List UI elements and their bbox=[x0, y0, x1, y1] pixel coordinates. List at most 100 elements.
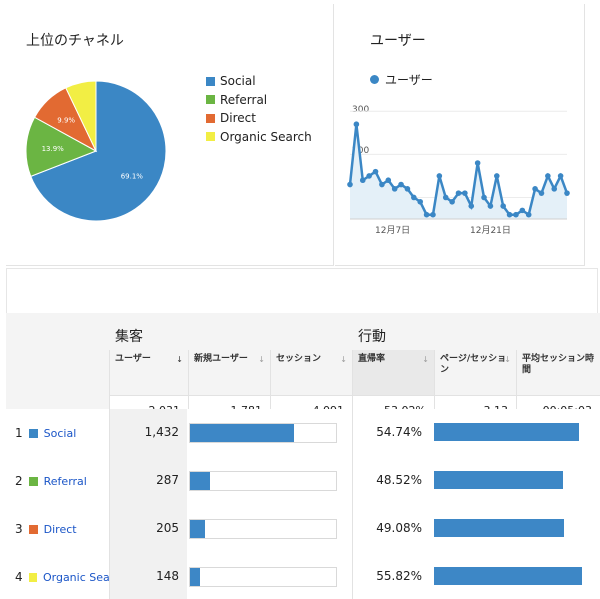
users-bar-track bbox=[189, 423, 337, 443]
data-point[interactable] bbox=[372, 168, 379, 175]
col-header-avg-session-duration[interactable]: 平均セッション時間 ↓ bbox=[516, 350, 600, 395]
data-point[interactable] bbox=[557, 173, 564, 179]
data-point[interactable] bbox=[411, 194, 417, 201]
data-point[interactable] bbox=[442, 194, 449, 201]
bounce-bar-track bbox=[434, 567, 582, 587]
col-header-bounce-rate[interactable]: 直帰率 ↓ bbox=[352, 350, 434, 395]
data-point[interactable] bbox=[538, 190, 545, 196]
users-bar-fill bbox=[190, 472, 211, 490]
data-point[interactable] bbox=[493, 173, 500, 179]
channel-link-direct[interactable]: Direct bbox=[44, 523, 77, 536]
channel-link-organic-search[interactable]: Organic Sear bbox=[43, 571, 109, 584]
data-point[interactable] bbox=[423, 211, 430, 218]
users-bar-track bbox=[189, 471, 337, 491]
legend-label-organic-search: Organic Search bbox=[220, 129, 312, 144]
table-row: 2 Referral 287 48.52% bbox=[6, 457, 600, 505]
pie-label: 13.9% bbox=[42, 145, 65, 153]
col-header-new-users-label: 新規ユーザー bbox=[194, 354, 248, 364]
data-point[interactable] bbox=[417, 198, 424, 205]
data-point[interactable] bbox=[519, 207, 526, 214]
data-point[interactable] bbox=[366, 173, 372, 179]
legend-dot-icon bbox=[370, 75, 379, 84]
pie-legend: Social Referral Direct Organic Search bbox=[206, 72, 312, 146]
row-swatch bbox=[28, 476, 38, 486]
col-header-sessions[interactable]: セッション ↓ bbox=[270, 350, 352, 395]
col-header-bounce-rate-label: 直帰率 bbox=[358, 354, 386, 364]
data-point[interactable] bbox=[532, 186, 538, 192]
data-point[interactable] bbox=[430, 211, 436, 218]
row-swatch bbox=[28, 428, 38, 438]
row-label-cell: 3 Direct bbox=[6, 505, 109, 553]
row-bounce-bar-cell bbox=[432, 457, 600, 505]
data-point[interactable] bbox=[449, 198, 455, 205]
row-bounce-bar-cell bbox=[432, 409, 600, 457]
row-rank: 2 bbox=[15, 474, 23, 488]
data-point[interactable] bbox=[513, 211, 519, 218]
sort-icon: ↓ bbox=[588, 355, 595, 364]
row-users-bar-cell bbox=[187, 553, 352, 599]
data-point[interactable] bbox=[353, 121, 360, 128]
data-point[interactable] bbox=[436, 173, 443, 179]
sort-icon: ↓ bbox=[422, 355, 429, 364]
data-point[interactable] bbox=[525, 211, 532, 218]
data-point[interactable] bbox=[481, 194, 487, 201]
sort-icon: ↓ bbox=[258, 355, 265, 364]
table-row: 3 Direct 205 49.08% bbox=[6, 505, 600, 553]
row-users: 1,432 bbox=[109, 409, 187, 457]
sort-icon: ↓ bbox=[340, 355, 347, 364]
legend-item-direct[interactable]: Direct bbox=[206, 109, 312, 128]
bounce-bar-fill bbox=[434, 423, 580, 441]
data-point[interactable] bbox=[379, 181, 385, 188]
data-point[interactable] bbox=[347, 181, 353, 188]
row-rank: 4 bbox=[15, 570, 23, 584]
col-header-users[interactable]: ユーザー ↓ bbox=[109, 350, 188, 395]
legend-item-social[interactable]: Social bbox=[206, 72, 312, 91]
legend-item-referral[interactable]: Referral bbox=[206, 91, 312, 110]
row-label-cell: 2 Referral bbox=[6, 457, 109, 505]
legend-item-organic-search[interactable]: Organic Search bbox=[206, 128, 312, 147]
data-point[interactable] bbox=[404, 186, 411, 192]
users-bar-fill bbox=[190, 520, 205, 538]
data-point[interactable] bbox=[391, 186, 398, 192]
users-bar-track bbox=[189, 567, 337, 587]
data-point[interactable] bbox=[455, 190, 462, 196]
data-point[interactable] bbox=[506, 211, 513, 218]
data-point[interactable] bbox=[462, 190, 468, 196]
table-row: 1 Social 1,432 54.74% bbox=[6, 409, 600, 457]
top-channels-card: 上位のチャネル 69.1% 13.9% 9.9% Social Referral D… bbox=[6, 4, 334, 266]
users-bar-track bbox=[189, 519, 337, 539]
legend-label-direct: Direct bbox=[220, 111, 256, 125]
data-point[interactable] bbox=[500, 203, 506, 209]
data-point[interactable] bbox=[474, 160, 481, 166]
data-point[interactable] bbox=[551, 186, 558, 192]
data-point[interactable] bbox=[385, 177, 392, 184]
users-line-chart: 300 200 100 12月7日 12月21日 bbox=[347, 105, 570, 236]
bounce-bar-fill bbox=[434, 567, 582, 585]
col-header-pages-per-session-label: ページ/セッション bbox=[440, 354, 507, 375]
col-header-new-users[interactable]: 新規ユーザー ↓ bbox=[188, 350, 270, 395]
col-header-users-label: ユーザー bbox=[115, 354, 151, 364]
users-bar-fill bbox=[190, 568, 201, 586]
bounce-bar-fill bbox=[434, 519, 565, 537]
data-point[interactable] bbox=[545, 173, 551, 179]
users-card: ユーザー ユーザー 300 200 100 12月7日 12月21日 bbox=[335, 4, 585, 266]
data-point[interactable] bbox=[359, 177, 366, 184]
row-bounce-rate: 48.52% bbox=[352, 457, 432, 505]
channels-pie-chart: 69.1% 13.9% 9.9% bbox=[25, 80, 167, 222]
data-point[interactable] bbox=[564, 190, 570, 196]
row-users: 205 bbox=[109, 505, 187, 553]
line-legend[interactable]: ユーザー bbox=[370, 71, 433, 88]
x-tick-dec21: 12月21日 bbox=[470, 225, 511, 236]
col-header-avg-session-duration-label: 平均セッション時間 bbox=[522, 354, 595, 375]
channel-link-social[interactable]: Social bbox=[44, 427, 77, 440]
line-plot bbox=[347, 110, 570, 220]
row-bounce-bar-cell bbox=[432, 553, 600, 599]
table-row: 4 Organic Sear 148 55.82% bbox=[6, 553, 600, 599]
data-point[interactable] bbox=[468, 203, 475, 209]
row-users-bar-cell bbox=[187, 409, 352, 457]
top-channels-title: 上位のチャネル bbox=[26, 33, 124, 49]
channel-link-referral[interactable]: Referral bbox=[44, 475, 87, 488]
data-point[interactable] bbox=[487, 203, 494, 209]
data-point[interactable] bbox=[398, 181, 404, 188]
col-header-pages-per-session[interactable]: ページ/セッション ↓ bbox=[434, 350, 516, 395]
